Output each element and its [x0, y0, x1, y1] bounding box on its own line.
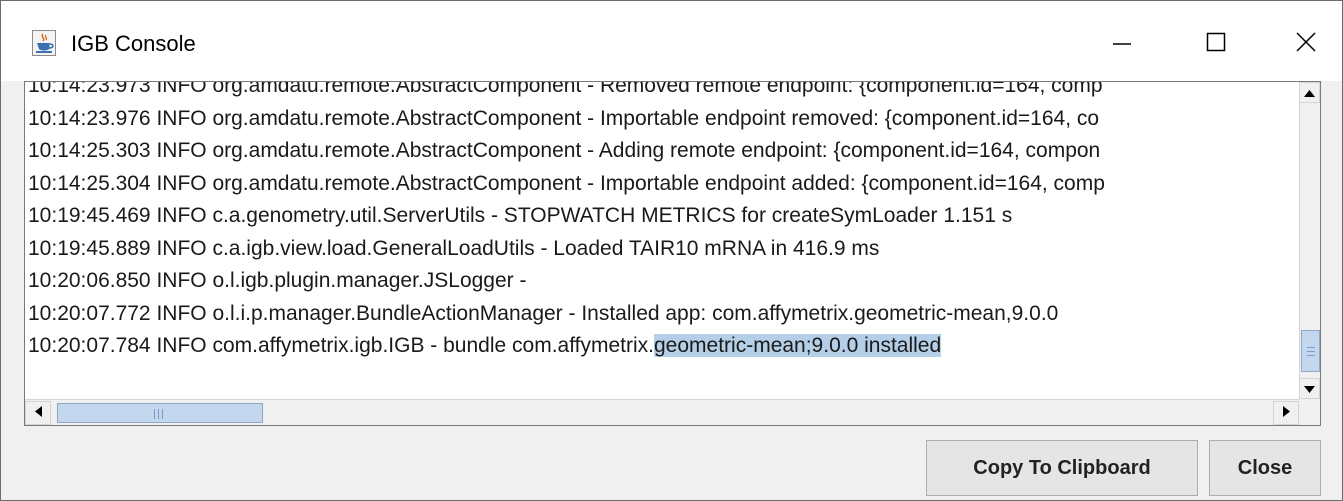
- scroll-down-button[interactable]: [1299, 378, 1320, 399]
- minimize-button[interactable]: [1092, 19, 1152, 69]
- console-panel: 10:14:23.973 INFO org.amdatu.remote.Abst…: [24, 81, 1321, 426]
- java-cup-icon: [32, 30, 56, 56]
- log-line: 10:20:06.850 INFO o.l.igb.plugin.manager…: [28, 269, 527, 292]
- log-line: 10:19:45.889 INFO c.a.igb.view.load.Gene…: [28, 236, 880, 260]
- vertical-scroll-thumb[interactable]: [1301, 330, 1320, 372]
- window-title: IGB Console: [71, 31, 196, 56]
- log-line: 10:14:25.304 INFO org.amdatu.remote.Abst…: [28, 171, 1105, 195]
- log-line: 10:14:23.973 INFO org.amdatu.remote.Abst…: [28, 82, 1103, 97]
- scroll-left-button[interactable]: [25, 401, 51, 425]
- log-line: 10:14:25.303 INFO org.amdatu.remote.Abst…: [28, 139, 1101, 162]
- close-button[interactable]: Close: [1209, 440, 1321, 496]
- vertical-scrollbar[interactable]: [1299, 82, 1320, 399]
- igb-console-window: IGB Console 10:14:23.973 INFO org.amdatu…: [0, 0, 1343, 501]
- scroll-right-arrow-icon: [1282, 404, 1290, 422]
- grip-icon: [1307, 351, 1315, 352]
- horizontal-scroll-thumb[interactable]: [57, 403, 263, 423]
- grip-icon: [158, 409, 159, 419]
- grip-icon: [154, 409, 155, 419]
- horizontal-scrollbar[interactable]: [25, 399, 1299, 425]
- selected-text: geometric-mean;9.0.0 installed: [654, 334, 942, 357]
- scroll-left-arrow-icon: [34, 404, 42, 422]
- scroll-right-button[interactable]: [1273, 401, 1299, 425]
- console-log-text[interactable]: 10:14:23.973 INFO org.amdatu.remote.Abst…: [25, 82, 1299, 399]
- copy-to-clipboard-button[interactable]: Copy To Clipboard: [926, 440, 1198, 496]
- log-line-prefix: 10:20:07.784 INFO com.affymetrix.igb.IGB…: [28, 334, 654, 357]
- grip-icon: [1307, 355, 1315, 356]
- grip-icon: [1307, 347, 1315, 348]
- title-bar[interactable]: IGB Console: [1, 1, 1342, 81]
- grip-icon: [162, 409, 163, 419]
- maximize-icon: [1205, 31, 1227, 58]
- scrollbar-corner: [1299, 399, 1320, 425]
- close-window-button[interactable]: [1276, 19, 1336, 69]
- scroll-up-arrow-icon: [1304, 84, 1315, 102]
- log-line: 10:20:07.772 INFO o.l.i.p.manager.Bundle…: [28, 301, 1059, 325]
- log-line: 10:14:23.976 INFO org.amdatu.remote.Abst…: [28, 106, 1100, 130]
- log-line: 10:19:45.469 INFO c.a.genometry.util.Ser…: [28, 204, 1013, 227]
- minimize-icon: [1111, 31, 1133, 58]
- scroll-up-button[interactable]: [1299, 82, 1320, 103]
- scroll-down-arrow-icon: [1304, 380, 1315, 398]
- close-icon: [1295, 31, 1317, 58]
- maximize-button[interactable]: [1186, 19, 1246, 69]
- log-line-last: 10:20:07.784 INFO com.affymetrix.igb.IGB…: [28, 330, 1105, 363]
